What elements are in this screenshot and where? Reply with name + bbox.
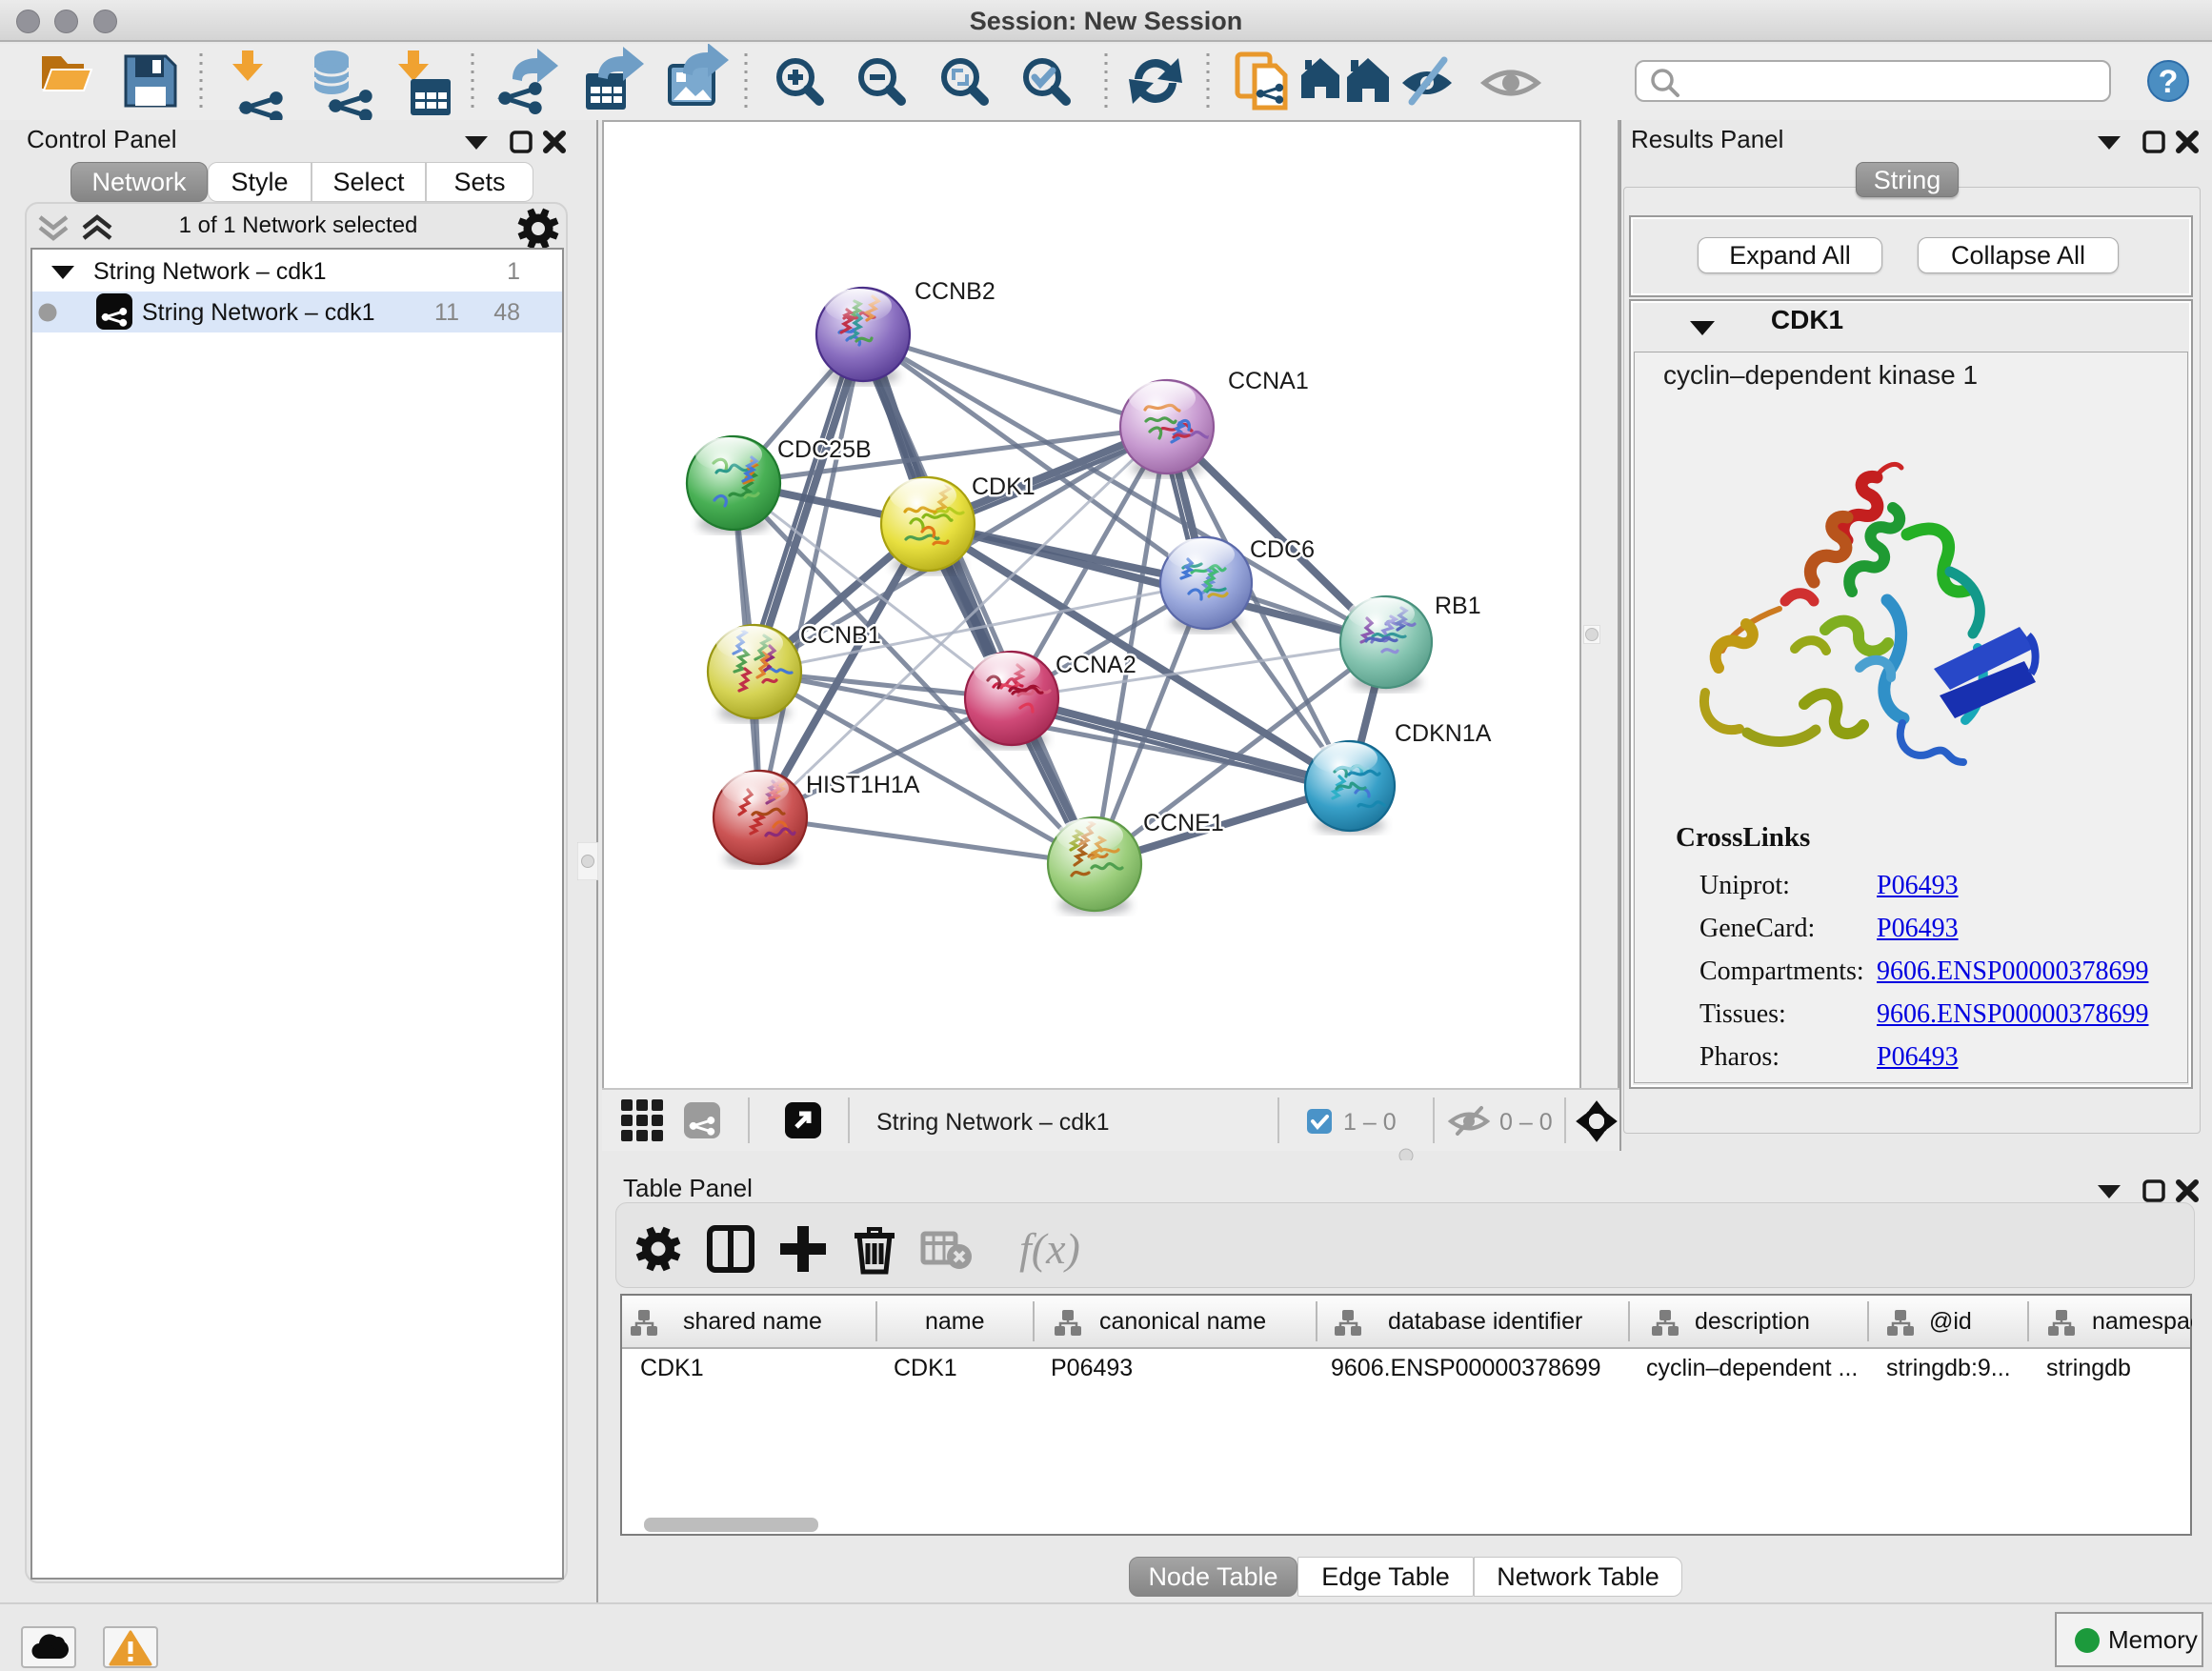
- svg-text:CCNB2: CCNB2: [915, 278, 995, 305]
- svg-text:name: name: [925, 1308, 985, 1335]
- svg-text:CCNB1: CCNB1: [800, 622, 881, 649]
- svg-text:0 – 0: 0 – 0: [1499, 1109, 1553, 1136]
- svg-text:stringdb: stringdb: [2046, 1355, 2131, 1381]
- svg-text:?: ?: [2159, 64, 2179, 100]
- svg-text:f(x): f(x): [1019, 1224, 1080, 1273]
- svg-text:CDC6: CDC6: [1250, 536, 1315, 563]
- svg-text:CDK1: CDK1: [640, 1355, 704, 1381]
- svg-text:CCNA2: CCNA2: [1056, 652, 1136, 678]
- svg-text:canonical name: canonical name: [1099, 1308, 1266, 1335]
- svg-text:9606.ENSP00000378699: 9606.ENSP00000378699: [1331, 1355, 1601, 1381]
- svg-text:1 – 0: 1 – 0: [1343, 1109, 1397, 1136]
- svg-text:@id: @id: [1929, 1308, 1972, 1335]
- svg-text:CDC25B: CDC25B: [777, 436, 872, 463]
- svg-text:RB1: RB1: [1435, 593, 1481, 619]
- svg-text:shared name: shared name: [683, 1308, 822, 1335]
- svg-text:String Network – cdk1: String Network – cdk1: [876, 1109, 1110, 1136]
- svg-text:description: description: [1695, 1308, 1810, 1335]
- svg-text:stringdb:9...: stringdb:9...: [1886, 1355, 2011, 1381]
- svg-text:CDK1: CDK1: [972, 473, 1036, 500]
- svg-text:namespac: namespac: [2092, 1308, 2192, 1335]
- svg-text:cyclin–dependent ...: cyclin–dependent ...: [1646, 1355, 1858, 1381]
- svg-text:CDK1: CDK1: [894, 1355, 957, 1381]
- svg-text:CCNE1: CCNE1: [1143, 810, 1224, 836]
- svg-text:P06493: P06493: [1051, 1355, 1133, 1381]
- svg-text:HIST1H1A: HIST1H1A: [806, 772, 920, 798]
- svg-text:CCNA1: CCNA1: [1228, 368, 1309, 394]
- svg-text:CDKN1A: CDKN1A: [1395, 720, 1492, 747]
- svg-text:database identifier: database identifier: [1388, 1308, 1582, 1335]
